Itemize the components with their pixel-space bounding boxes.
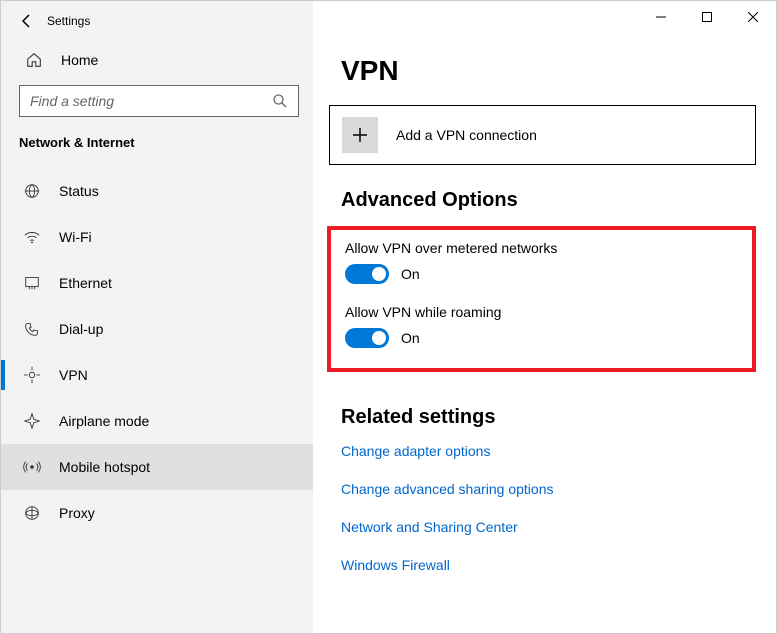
link-adapter-options[interactable]: Change adapter options (313, 443, 776, 459)
sidebar-item-vpn[interactable]: VPN (1, 352, 313, 398)
wifi-icon (23, 228, 41, 246)
toggle-metered-state: On (401, 266, 420, 282)
page-title: VPN (313, 33, 776, 105)
hotspot-icon (23, 458, 41, 476)
add-vpn-button[interactable]: Add a VPN connection (329, 105, 756, 165)
ethernet-icon (23, 274, 41, 292)
link-sharing-options[interactable]: Change advanced sharing options (313, 481, 776, 497)
toggle-roaming-state: On (401, 330, 420, 346)
search-placeholder: Find a setting (30, 93, 114, 109)
airplane-icon (23, 412, 41, 430)
link-firewall[interactable]: Windows Firewall (313, 557, 776, 573)
toggle-roaming[interactable] (345, 328, 389, 348)
status-icon (23, 182, 41, 200)
option-metered-label: Allow VPN over metered networks (345, 240, 738, 256)
sidebar-item-hotspot[interactable]: Mobile hotspot (1, 444, 313, 490)
sidebar-item-ethernet[interactable]: Ethernet (1, 260, 313, 306)
highlight-box: Allow VPN over metered networks On Allow… (327, 226, 756, 372)
window-title: Settings (47, 14, 90, 28)
link-network-center[interactable]: Network and Sharing Center (313, 519, 776, 535)
minimize-button[interactable] (638, 1, 684, 33)
home-nav[interactable]: Home (1, 37, 313, 79)
close-button[interactable] (730, 1, 776, 33)
sidebar-section-title: Network & Internet (1, 135, 313, 168)
sidebar-item-dialup[interactable]: Dial-up (1, 306, 313, 352)
back-arrow-icon[interactable] (15, 9, 39, 33)
sidebar-item-proxy[interactable]: Proxy (1, 490, 313, 536)
maximize-button[interactable] (684, 1, 730, 33)
search-input[interactable]: Find a setting (19, 85, 299, 117)
related-settings-heading: Related settings (313, 400, 776, 443)
search-icon (272, 93, 288, 109)
toggle-metered[interactable] (345, 264, 389, 284)
sidebar-item-airplane[interactable]: Airplane mode (1, 398, 313, 444)
window-title-row: Settings (1, 1, 313, 37)
proxy-icon (23, 504, 41, 522)
add-vpn-label: Add a VPN connection (396, 127, 537, 143)
plus-icon (342, 117, 378, 153)
home-icon (25, 51, 43, 69)
window-controls (313, 1, 776, 33)
main-panel: VPN Add a VPN connection Advanced Option… (313, 1, 776, 633)
dialup-icon (23, 320, 41, 338)
vpn-icon (23, 366, 41, 384)
option-roaming-label: Allow VPN while roaming (345, 304, 738, 320)
sidebar-item-status[interactable]: Status (1, 168, 313, 214)
home-label: Home (61, 52, 98, 68)
sidebar-item-wifi[interactable]: Wi-Fi (1, 214, 313, 260)
sidebar: Settings Home Find a setting Network & I… (1, 1, 313, 633)
advanced-options-heading: Advanced Options (313, 183, 776, 226)
